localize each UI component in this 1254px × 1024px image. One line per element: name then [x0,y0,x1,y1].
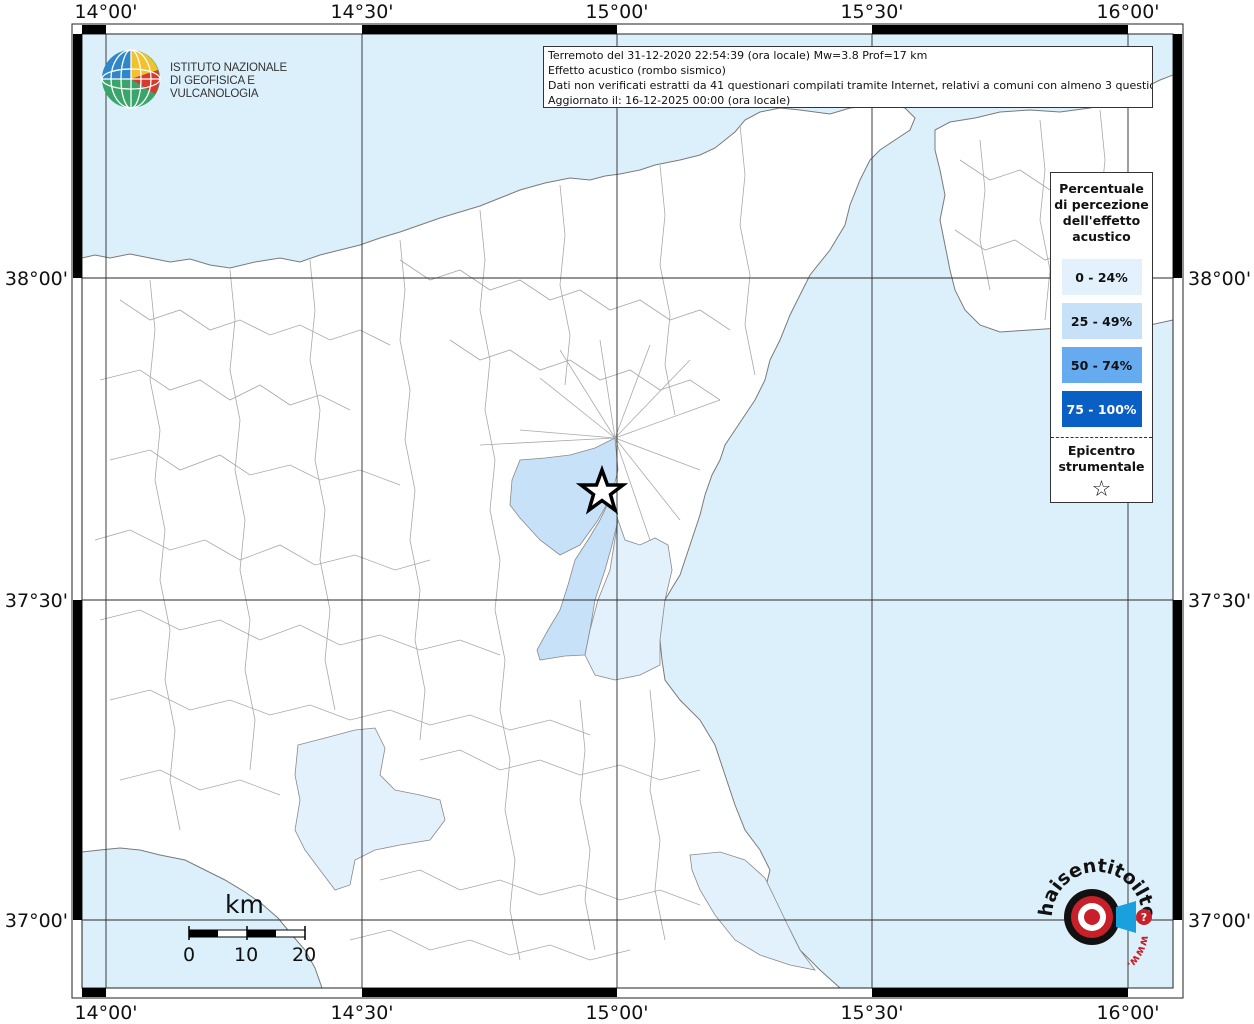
right-label: 37°30' [1188,590,1251,612]
legend-title: Percentuale di percezione dell'effetto a… [1051,173,1152,245]
legend-class-25-49: 25 - 49% [1061,303,1142,339]
top-axis-labels: 14°00' 14°30' 15°00' 15°30' 16°00' [74,1,1159,23]
event-info-box: Terremoto del 31-12-2020 22:54:39 (ora l… [543,46,1153,108]
bottom-label: 14°00' [74,1002,137,1024]
top-label: 14°00' [74,1,137,23]
scale-bar-graphic [188,926,306,940]
ingv-logo: ISTITUTO NAZIONALE DI GEOFISICA E VULCAN… [100,48,320,110]
legend-class-75-100: 75 - 100% [1061,391,1142,427]
right-label: 38°00' [1188,268,1251,290]
scale-unit: km [225,890,264,919]
hst-target-icon: haisentitoilterremoto.it www. ? [1020,838,1159,972]
legend-class-50-74: 50 - 74% [1061,347,1142,383]
bottom-label: 14°30' [330,1002,393,1024]
bottom-label: 15°30' [840,1002,903,1024]
legend-star-icon: ☆ [1091,477,1112,502]
legend-epicenter-line: Epicentro [1067,443,1136,458]
scale-label-10: 10 [234,944,259,966]
top-label: 14°30' [330,1,393,23]
legend-class-0-24: 0 - 24% [1061,259,1142,295]
bottom-label: 15°00' [585,1002,648,1024]
legend-epicenter-label: Epicentro strumentale [1051,438,1152,475]
scale-bar: km 0 10 20 [180,890,330,970]
bottom-label: 16°00' [1096,1002,1159,1024]
updated-date: Aggiornato il: 16-12-2025 00:00 (ora loc… [548,94,791,107]
legend-title-line: di percezione [1054,197,1149,212]
left-axis-labels: 38°00' 37°30' 37°00' [5,268,68,932]
data-note: Dati non verificati estratti da 41 quest… [548,79,1153,92]
hst-www: www. [1124,934,1152,971]
legend-title-line: Percentuale [1059,181,1144,196]
right-axis-labels: 38°00' 37°30' 37°00' [1188,268,1251,932]
left-label: 38°00' [5,268,68,290]
effect-type: Effetto acustico (rombo sismico) [548,64,726,77]
bottom-axis-labels: 14°00' 14°30' 15°00' 15°30' 16°00' [74,1002,1159,1024]
left-label: 37°00' [5,910,68,932]
ingv-globe-icon [101,49,161,109]
top-label: 15°30' [840,1,903,23]
right-label: 37°00' [1188,910,1251,932]
legend-epicenter-line: strumentale [1058,459,1145,474]
ingv-name-line2: DI GEOFISICA E VULCANOLOGIA [170,75,259,100]
legend-title-line: dell'effetto [1062,213,1141,228]
haisentitoilterremoto-logo: haisentitoilterremoto.it www. ? [1020,838,1160,975]
scale-label-20: 20 [292,944,317,966]
event-title: Terremoto del 31-12-2020 22:54:39 (ora l… [548,49,928,62]
ingv-name-line1: ISTITUTO NAZIONALE [170,62,287,74]
svg-text:www.: www. [1124,934,1152,971]
legend-title-line: acustico [1072,229,1131,244]
svg-text:?: ? [1141,911,1147,924]
top-label: 16°00' [1096,1,1159,23]
left-label: 37°30' [5,590,68,612]
legend: Percentuale di percezione dell'effetto a… [1050,172,1153,503]
scale-label-0: 0 [183,944,196,966]
top-label: 15°00' [585,1,648,23]
